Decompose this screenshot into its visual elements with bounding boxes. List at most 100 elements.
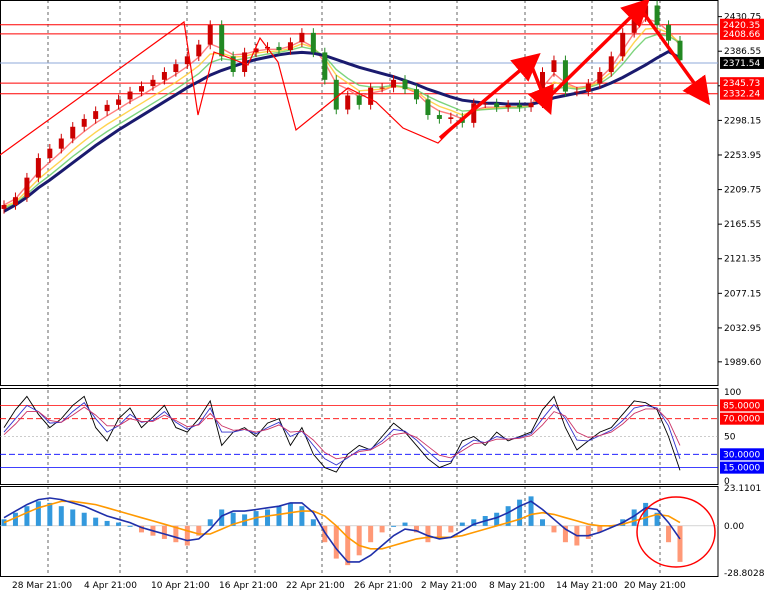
macd-histogram-bar xyxy=(35,501,41,526)
price-axis: 2430.752386.552342.352298.152253.952209.… xyxy=(718,13,765,579)
candle-body xyxy=(620,32,626,57)
macd-histogram-bar xyxy=(127,525,133,527)
macd-histogram-bar xyxy=(368,525,374,543)
time-tick-label: 20 May 21:00 xyxy=(624,581,686,591)
candle-body xyxy=(116,99,122,105)
macd-histogram-bar xyxy=(677,525,683,562)
candle-body xyxy=(425,99,431,116)
candle-body xyxy=(551,60,557,72)
candle-body xyxy=(608,56,614,72)
candle-body xyxy=(287,42,293,51)
oscillator-line xyxy=(3,406,681,460)
macd-histogram-bar xyxy=(265,509,271,526)
macd-histogram-bar xyxy=(551,525,557,533)
candle-body xyxy=(562,60,568,92)
oscillator-tick-label: 50 xyxy=(724,433,736,443)
candle-body xyxy=(494,103,500,108)
price-tick-label: 2209.75 xyxy=(724,186,761,196)
oscillator-tick-label: 100 xyxy=(724,388,741,398)
oscillator-line xyxy=(3,395,681,473)
macd-histogram-bar xyxy=(585,525,591,539)
macd-histogram-bar xyxy=(379,525,385,533)
time-tick-label: 14 May 21:00 xyxy=(556,581,618,591)
candle-body xyxy=(47,148,53,159)
candle-body xyxy=(12,197,18,206)
trading-chart: 2430.752386.552342.352298.152253.952209.… xyxy=(0,0,765,591)
candle-body xyxy=(173,64,179,72)
macd-histogram-bar xyxy=(93,517,99,526)
candle-body xyxy=(161,71,167,80)
oscillator-level-label: 70.0000 xyxy=(723,415,760,425)
candle-body xyxy=(93,111,99,119)
candle-body xyxy=(574,91,580,93)
candle-body xyxy=(368,87,374,105)
macd-histogram-bar xyxy=(70,509,76,526)
macd-panel xyxy=(0,496,718,566)
macd-histogram-bar xyxy=(24,506,30,526)
time-tick-label: 2 May 21:00 xyxy=(421,581,477,591)
macd-histogram-bar xyxy=(104,520,110,526)
candle-body xyxy=(528,103,534,108)
oscillator-line xyxy=(3,402,681,466)
macd-histogram-bar xyxy=(356,525,362,556)
slow-moving-average-line xyxy=(3,49,681,213)
price-tick-label: 2298.15 xyxy=(724,116,761,126)
macd-histogram-bar xyxy=(47,502,53,526)
macd-histogram-bar xyxy=(276,506,282,526)
oscillator-level-label: 30.0000 xyxy=(723,450,760,460)
candle-body xyxy=(391,79,397,88)
macd-histogram-bar xyxy=(391,525,397,527)
macd-histogram-bar xyxy=(58,506,64,526)
macd-histogram-bar xyxy=(116,522,122,526)
price-tick-label: 2077.15 xyxy=(724,289,761,299)
candle-body xyxy=(333,79,339,110)
candle-body xyxy=(356,95,362,105)
macd-histogram-bar xyxy=(643,502,649,526)
macd-histogram-bar xyxy=(310,519,316,526)
macd-histogram-bar xyxy=(207,519,213,526)
candle-body xyxy=(677,40,683,61)
candle-body xyxy=(219,25,225,57)
price-tick-label: 2165.55 xyxy=(724,220,761,230)
candle-body xyxy=(138,86,144,92)
price-tag-label: 2345.73 xyxy=(723,79,760,89)
macd-histogram-bar xyxy=(81,512,87,526)
macd-histogram-bar xyxy=(666,525,672,543)
price-tag-label: 2371.54 xyxy=(723,59,760,69)
candle-body xyxy=(276,46,282,51)
macd-histogram-bar xyxy=(299,506,305,526)
time-axis: 28 Mar 21:00 4 Apr 21:00 10 Apr 21:00 16 Ap… xyxy=(12,581,686,591)
oscillator-level-label: 15.0000 xyxy=(723,464,760,474)
candle-body xyxy=(322,52,328,80)
time-tick-label: 10 Apr 21:00 xyxy=(151,581,210,591)
oscillator-level-label: 85.0000 xyxy=(723,401,760,411)
candle-body xyxy=(58,138,64,149)
time-tick-label: 16 Apr 21:00 xyxy=(219,581,278,591)
time-tick-label: 4 Apr 21:00 xyxy=(84,581,137,591)
candle-body xyxy=(299,32,305,43)
macd-histogram-bar xyxy=(287,502,293,526)
candle-body xyxy=(310,32,316,53)
macd-histogram-bar xyxy=(448,525,454,533)
time-tick-label: 26 Apr 21:00 xyxy=(354,581,413,591)
macd-tick-label: -28.8028 xyxy=(724,569,765,579)
price-panel xyxy=(0,0,718,214)
candle-body xyxy=(70,126,76,139)
macd-histogram-bar xyxy=(184,525,190,546)
candle-body xyxy=(379,87,385,89)
annotations xyxy=(0,0,716,568)
candle-body xyxy=(24,177,30,198)
candle-body xyxy=(666,25,672,41)
moving-average-line xyxy=(3,18,681,206)
macd-histogram-bar xyxy=(425,525,431,543)
candle-body xyxy=(104,104,110,112)
candle-body xyxy=(436,115,442,119)
price-tick-label: 2253.95 xyxy=(724,151,761,161)
time-gridlines xyxy=(0,0,719,577)
candle-body xyxy=(81,118,87,127)
oscillator-panel xyxy=(0,395,718,473)
macd-histogram-bar xyxy=(333,525,339,559)
macd-histogram-bar xyxy=(517,499,523,526)
price-tick-label: 2032.95 xyxy=(724,324,761,334)
macd-histogram-bar xyxy=(540,519,546,526)
